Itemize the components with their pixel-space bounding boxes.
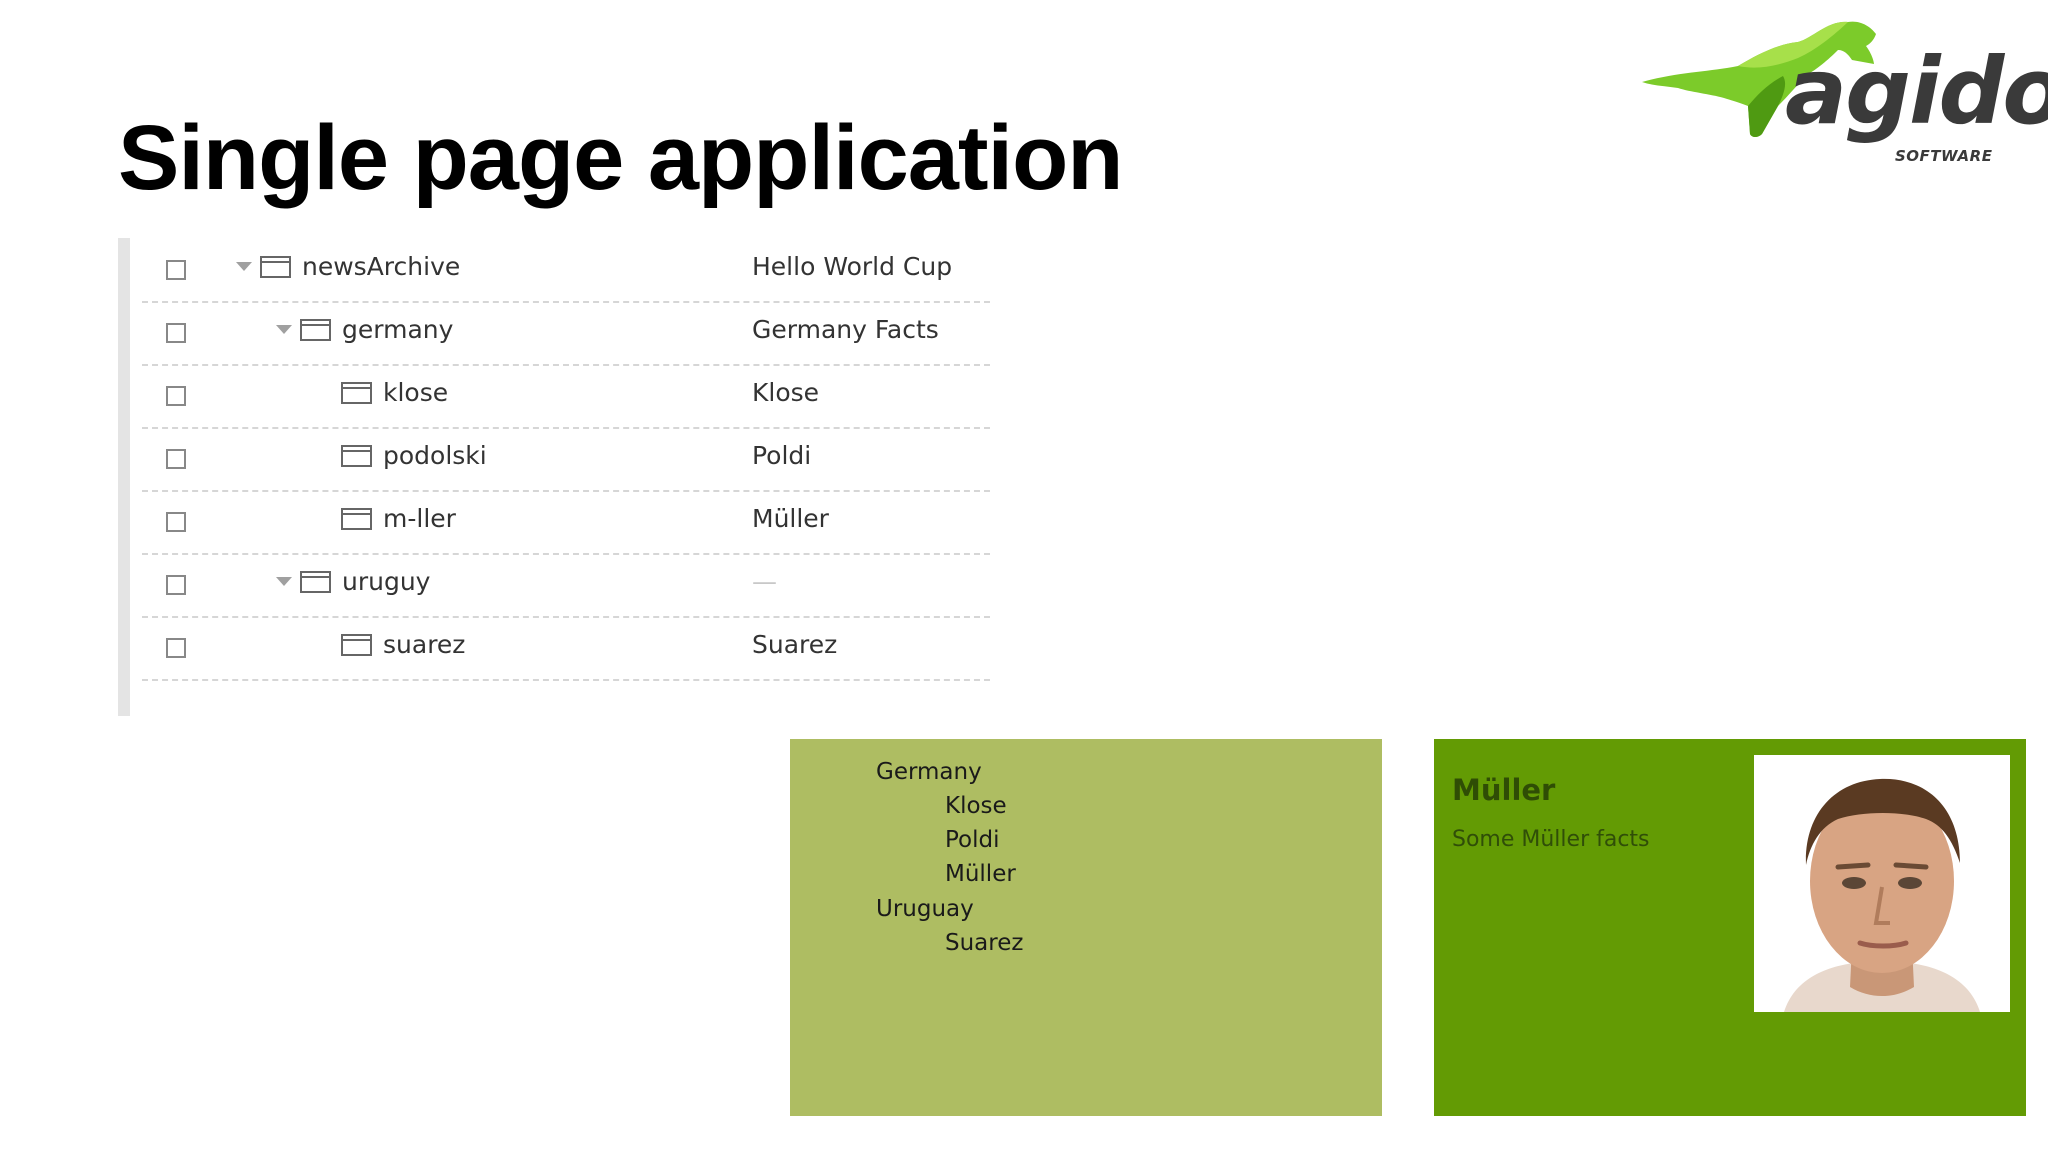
page-icon	[341, 634, 372, 656]
nav-item-germany[interactable]: Germany	[876, 759, 982, 785]
tree-row-klose[interactable]: klose Klose	[142, 364, 990, 429]
row-checkbox[interactable]	[166, 512, 186, 532]
logo-wordmark: agido	[1785, 38, 2048, 145]
tree-row-suarez[interactable]: suarez Suarez	[142, 616, 990, 681]
node-title: Suarez	[752, 630, 838, 659]
expand-arrow-icon[interactable]	[236, 262, 252, 271]
page-icon	[300, 571, 331, 593]
nav-item-uruguay[interactable]: Uruguay	[876, 896, 974, 922]
page-icon	[341, 508, 372, 530]
navigation-panel: Germany Klose Poldi Müller Uruguay Suare…	[790, 739, 1382, 1116]
nav-item-klose[interactable]: Klose	[945, 793, 1007, 819]
logo-tagline: SOFTWARE	[1895, 147, 1993, 165]
tree-row-newsarchive[interactable]: newsArchive Hello World Cup	[142, 238, 990, 303]
row-checkbox[interactable]	[166, 323, 186, 343]
detail-heading: Müller	[1452, 773, 1556, 807]
nav-item-mueller[interactable]: Müller	[945, 861, 1016, 887]
node-title: Germany Facts	[752, 315, 939, 344]
node-label[interactable]: m-ller	[383, 504, 456, 533]
row-checkbox[interactable]	[166, 638, 186, 658]
page-icon	[341, 382, 372, 404]
detail-text: Some Müller facts	[1452, 827, 1650, 852]
row-checkbox[interactable]	[166, 260, 186, 280]
node-label[interactable]: klose	[383, 378, 448, 407]
detail-panel: Müller Some Müller facts	[1434, 739, 2026, 1116]
node-title: Klose	[752, 378, 820, 407]
row-checkbox[interactable]	[166, 575, 186, 595]
row-checkbox[interactable]	[166, 449, 186, 469]
page-icon	[300, 319, 331, 341]
node-title: Hello World Cup	[752, 252, 953, 281]
player-photo	[1754, 755, 2010, 1012]
page-icon	[341, 445, 372, 467]
node-title: Müller	[752, 504, 829, 533]
tree-row-podolski[interactable]: podolski Poldi	[142, 427, 990, 492]
tree-row-uruguy[interactable]: uruguy —	[142, 553, 990, 618]
node-title: —	[752, 567, 777, 596]
row-checkbox[interactable]	[166, 386, 186, 406]
nav-item-poldi[interactable]: Poldi	[945, 827, 1000, 853]
node-title: Poldi	[752, 441, 812, 470]
node-label[interactable]: suarez	[383, 630, 465, 659]
tree-table: newsArchive Hello World Cup germany Germ…	[118, 238, 990, 716]
page-icon	[260, 256, 291, 278]
node-label[interactable]: germany	[342, 315, 453, 344]
portrait-icon	[1754, 755, 2010, 1012]
expand-arrow-icon[interactable]	[276, 325, 292, 334]
node-label[interactable]: podolski	[383, 441, 487, 470]
nav-item-suarez[interactable]: Suarez	[945, 930, 1023, 956]
tree-row-germany[interactable]: germany Germany Facts	[142, 301, 990, 366]
slide-title: Single page application	[118, 107, 1123, 209]
node-label[interactable]: newsArchive	[302, 252, 460, 281]
expand-arrow-icon[interactable]	[276, 577, 292, 586]
node-label[interactable]: uruguy	[342, 567, 430, 596]
tree-row-m-ller[interactable]: m-ller Müller	[142, 490, 990, 555]
